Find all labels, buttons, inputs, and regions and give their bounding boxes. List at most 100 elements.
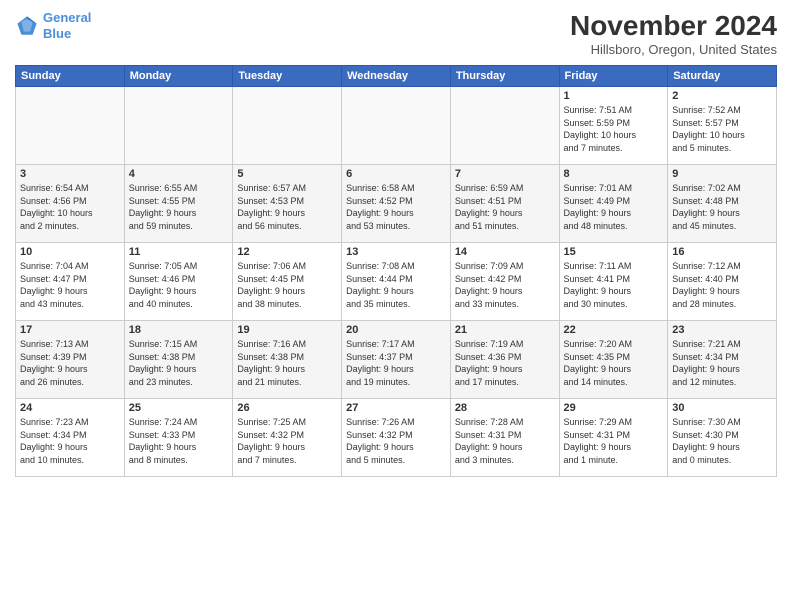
calendar-cell	[342, 87, 451, 165]
calendar-cell: 16Sunrise: 7:12 AM Sunset: 4:40 PM Dayli…	[668, 243, 777, 321]
day-number: 15	[564, 246, 664, 258]
logo-line1: General	[43, 10, 91, 25]
day-info: Sunrise: 7:23 AM Sunset: 4:34 PM Dayligh…	[20, 416, 120, 466]
day-info: Sunrise: 6:58 AM Sunset: 4:52 PM Dayligh…	[346, 182, 446, 232]
calendar-cell	[16, 87, 125, 165]
day-number: 26	[237, 402, 337, 414]
day-number: 22	[564, 324, 664, 336]
day-number: 29	[564, 402, 664, 414]
day-number: 28	[455, 402, 555, 414]
calendar-cell: 10 Sunrise: 7:04 AM Sunset: 4:47 PM Dayli…	[16, 243, 125, 321]
page: General Blue November 2024 Hillsboro, Or…	[0, 0, 792, 612]
calendar-week-1: 1 Sunrise: 7:51 AM Sunset: 5:59 PM Daylig…	[16, 87, 777, 165]
weekday-header-thursday: Thursday	[450, 66, 559, 87]
calendar-cell: 1 Sunrise: 7:51 AM Sunset: 5:59 PM Daylig…	[559, 87, 668, 165]
calendar-cell	[450, 87, 559, 165]
day-number: 10	[20, 246, 120, 258]
calendar-cell: 27 Sunrise: 7:26 AM Sunset: 4:32 PM Dayli…	[342, 399, 451, 477]
logo-text: General Blue	[43, 10, 91, 41]
calendar-cell: 12 Sunrise: 7:06 AM Sunset: 4:45 PM Dayli…	[233, 243, 342, 321]
day-number: 17	[20, 324, 120, 336]
day-info: Sunrise: 7:06 AM Sunset: 4:45 PM Dayligh…	[237, 260, 337, 310]
calendar-cell: 14 Sunrise: 7:09 AM Sunset: 4:42 PM Dayli…	[450, 243, 559, 321]
day-info: Sunrise: 6:57 AM Sunset: 4:53 PM Dayligh…	[237, 182, 337, 232]
day-info: Sunrise: 6:54 AM Sunset: 4:56 PM Dayligh…	[20, 182, 120, 232]
calendar-cell: 28 Sunrise: 7:28 AM Sunset: 4:31 PM Dayli…	[450, 399, 559, 477]
day-info: Sunrise: 7:28 AM Sunset: 4:31 PM Dayligh…	[455, 416, 555, 466]
day-info: Sunrise: 7:15 AM Sunset: 4:38 PM Dayligh…	[129, 338, 229, 388]
day-info: Sunrise: 7:12 AM Sunset: 4:40 PM Dayligh…	[672, 260, 772, 310]
day-number: 6	[346, 168, 446, 180]
calendar-cell: 30Sunrise: 7:30 AM Sunset: 4:30 PM Dayli…	[668, 399, 777, 477]
weekday-row: SundayMondayTuesdayWednesdayThursdayFrid…	[16, 66, 777, 87]
calendar-cell: 24Sunrise: 7:23 AM Sunset: 4:34 PM Dayli…	[16, 399, 125, 477]
day-info: Sunrise: 7:04 AM Sunset: 4:47 PM Dayligh…	[20, 260, 120, 310]
day-info: Sunrise: 7:09 AM Sunset: 4:42 PM Dayligh…	[455, 260, 555, 310]
calendar-cell	[124, 87, 233, 165]
logo-line2: Blue	[43, 26, 71, 41]
day-info: Sunrise: 7:01 AM Sunset: 4:49 PM Dayligh…	[564, 182, 664, 232]
day-info: Sunrise: 6:59 AM Sunset: 4:51 PM Dayligh…	[455, 182, 555, 232]
day-info: Sunrise: 7:51 AM Sunset: 5:59 PM Dayligh…	[564, 104, 664, 154]
calendar-cell: 15 Sunrise: 7:11 AM Sunset: 4:41 PM Dayli…	[559, 243, 668, 321]
calendar-cell: 17Sunrise: 7:13 AM Sunset: 4:39 PM Dayli…	[16, 321, 125, 399]
day-number: 21	[455, 324, 555, 336]
day-number: 5	[237, 168, 337, 180]
calendar-cell: 23 Sunrise: 7:21 AM Sunset: 4:34 PM Dayli…	[668, 321, 777, 399]
day-number: 1	[564, 90, 664, 102]
calendar-body: 1 Sunrise: 7:51 AM Sunset: 5:59 PM Daylig…	[16, 87, 777, 477]
calendar-week-5: 24Sunrise: 7:23 AM Sunset: 4:34 PM Dayli…	[16, 399, 777, 477]
calendar-cell: 13Sunrise: 7:08 AM Sunset: 4:44 PM Dayli…	[342, 243, 451, 321]
location: Hillsboro, Oregon, United States	[570, 42, 777, 57]
calendar-cell: 8 Sunrise: 7:01 AM Sunset: 4:49 PM Daylig…	[559, 165, 668, 243]
calendar-cell: 19Sunrise: 7:16 AM Sunset: 4:38 PM Dayli…	[233, 321, 342, 399]
day-info: Sunrise: 7:24 AM Sunset: 4:33 PM Dayligh…	[129, 416, 229, 466]
logo-icon	[15, 14, 39, 38]
calendar: SundayMondayTuesdayWednesdayThursdayFrid…	[15, 65, 777, 477]
calendar-header: SundayMondayTuesdayWednesdayThursdayFrid…	[16, 66, 777, 87]
day-number: 4	[129, 168, 229, 180]
day-number: 2	[672, 90, 772, 102]
calendar-cell: 21Sunrise: 7:19 AM Sunset: 4:36 PM Dayli…	[450, 321, 559, 399]
calendar-week-2: 3 Sunrise: 6:54 AM Sunset: 4:56 PM Daylig…	[16, 165, 777, 243]
weekday-header-sunday: Sunday	[16, 66, 125, 87]
weekday-header-tuesday: Tuesday	[233, 66, 342, 87]
month-title: November 2024	[570, 10, 777, 42]
day-info: Sunrise: 7:29 AM Sunset: 4:31 PM Dayligh…	[564, 416, 664, 466]
logo: General Blue	[15, 10, 91, 41]
day-number: 27	[346, 402, 446, 414]
day-info: Sunrise: 7:08 AM Sunset: 4:44 PM Dayligh…	[346, 260, 446, 310]
day-info: Sunrise: 7:52 AM Sunset: 5:57 PM Dayligh…	[672, 104, 772, 154]
day-number: 14	[455, 246, 555, 258]
day-number: 8	[564, 168, 664, 180]
day-number: 7	[455, 168, 555, 180]
day-number: 9	[672, 168, 772, 180]
title-block: November 2024 Hillsboro, Oregon, United …	[570, 10, 777, 57]
day-info: Sunrise: 7:21 AM Sunset: 4:34 PM Dayligh…	[672, 338, 772, 388]
day-info: Sunrise: 7:26 AM Sunset: 4:32 PM Dayligh…	[346, 416, 446, 466]
weekday-header-monday: Monday	[124, 66, 233, 87]
calendar-cell: 25 Sunrise: 7:24 AM Sunset: 4:33 PM Dayli…	[124, 399, 233, 477]
day-number: 23	[672, 324, 772, 336]
header: General Blue November 2024 Hillsboro, Or…	[15, 10, 777, 57]
calendar-cell: 2 Sunrise: 7:52 AM Sunset: 5:57 PM Daylig…	[668, 87, 777, 165]
day-info: Sunrise: 7:11 AM Sunset: 4:41 PM Dayligh…	[564, 260, 664, 310]
calendar-cell: 9 Sunrise: 7:02 AM Sunset: 4:48 PM Daylig…	[668, 165, 777, 243]
day-info: Sunrise: 7:25 AM Sunset: 4:32 PM Dayligh…	[237, 416, 337, 466]
calendar-cell: 20Sunrise: 7:17 AM Sunset: 4:37 PM Dayli…	[342, 321, 451, 399]
weekday-header-friday: Friday	[559, 66, 668, 87]
day-number: 11	[129, 246, 229, 258]
day-number: 19	[237, 324, 337, 336]
calendar-cell: 26 Sunrise: 7:25 AM Sunset: 4:32 PM Dayli…	[233, 399, 342, 477]
day-info: Sunrise: 7:17 AM Sunset: 4:37 PM Dayligh…	[346, 338, 446, 388]
calendar-cell	[233, 87, 342, 165]
day-number: 12	[237, 246, 337, 258]
day-number: 25	[129, 402, 229, 414]
calendar-cell: 6 Sunrise: 6:58 AM Sunset: 4:52 PM Daylig…	[342, 165, 451, 243]
weekday-header-saturday: Saturday	[668, 66, 777, 87]
calendar-cell: 7 Sunrise: 6:59 AM Sunset: 4:51 PM Daylig…	[450, 165, 559, 243]
calendar-cell: 5 Sunrise: 6:57 AM Sunset: 4:53 PM Daylig…	[233, 165, 342, 243]
day-number: 3	[20, 168, 120, 180]
calendar-week-4: 17Sunrise: 7:13 AM Sunset: 4:39 PM Dayli…	[16, 321, 777, 399]
day-info: Sunrise: 7:02 AM Sunset: 4:48 PM Dayligh…	[672, 182, 772, 232]
